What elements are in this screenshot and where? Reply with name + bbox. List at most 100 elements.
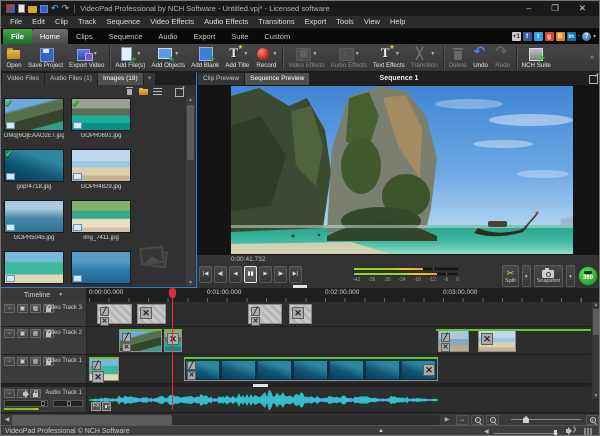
effects-badge-icon[interactable]: ✕ <box>92 371 104 383</box>
next-frame-button[interactable]: |▶ <box>274 266 287 283</box>
collapse-track-button[interactable]: − <box>4 357 15 366</box>
playhead-marker[interactable] <box>169 288 176 298</box>
menu-view[interactable]: View <box>359 16 385 28</box>
zoom-out-button[interactable]: - <box>486 415 499 425</box>
audio-fx-badge[interactable]: FX <box>91 402 102 411</box>
track-motion-button[interactable]: ▣ <box>17 304 28 313</box>
new-project-icon[interactable] <box>18 4 25 13</box>
preview-360-button[interactable]: 360 <box>578 266 598 286</box>
dropdown-caret-icon[interactable]: ▼ <box>136 51 141 57</box>
ribbon-tab-file[interactable]: File <box>3 29 32 44</box>
menu-transitions[interactable]: Transitions <box>253 16 299 28</box>
go-to-start-button[interactable]: |◀ <box>199 266 212 283</box>
panel-splitter-handle[interactable] <box>293 285 307 288</box>
close-button[interactable]: ✕ <box>579 3 586 14</box>
scrollbar-thumb[interactable] <box>12 415 172 425</box>
track-grid-button[interactable]: ▦ <box>30 329 41 338</box>
media-thumbnail[interactable]: ✔ <box>4 149 64 182</box>
fit-timeline-button[interactable]: ↔ <box>456 415 469 425</box>
media-item[interactable] <box>4 251 64 287</box>
audio-speaker-badge[interactable] <box>102 402 112 411</box>
add-file-s-button[interactable]: ▼Add File(s) <box>112 44 148 71</box>
googleplus-icon[interactable]: g <box>544 32 554 41</box>
dropdown-caret-icon[interactable]: ▼ <box>272 51 277 57</box>
undo-button[interactable]: Undo <box>470 44 492 71</box>
dropdown-caret-icon[interactable]: ▼ <box>174 51 179 57</box>
media-thumbnail[interactable] <box>4 251 64 284</box>
export-video-button[interactable]: ▼ Export Video <box>66 44 107 71</box>
effects-badge-icon[interactable]: ✕ <box>140 307 152 319</box>
zoom-in-button[interactable]: + <box>586 415 599 425</box>
track-lane-audio-track-1[interactable]: FX <box>87 387 599 412</box>
detach-preview-icon[interactable] <box>589 72 599 84</box>
effects-badge-icon[interactable]: ✕ <box>251 317 260 326</box>
like-icon[interactable]: +1 <box>511 32 521 41</box>
toolbar-overflow-icon[interactable]: » <box>587 54 597 61</box>
pan-zoom-badge-icon[interactable]: ╱ <box>441 333 450 342</box>
resize-grip[interactable] <box>584 428 592 435</box>
scroll-right-button[interactable]: ▶ <box>442 415 452 425</box>
add-blank-button[interactable]: Add Blank <box>188 44 222 71</box>
media-thumbnail[interactable]: ✔ <box>71 98 131 131</box>
text-effects-button[interactable]: ▼ Text Effects <box>370 44 408 71</box>
ribbon-tab-audio[interactable]: Audio <box>150 29 185 44</box>
detach-panel-icon[interactable] <box>175 85 185 97</box>
facebook-icon[interactable]: f <box>522 32 532 41</box>
timeline-clip[interactable]: ╱ ✕ ✕ <box>184 357 438 381</box>
pan-zoom-badge-icon[interactable]: ╱ <box>92 361 101 370</box>
menu-track[interactable]: Track <box>73 16 101 28</box>
slider-thumb[interactable] <box>66 401 71 406</box>
twitter-icon[interactable]: t <box>533 32 543 41</box>
play-button[interactable]: ▶ <box>259 266 272 283</box>
list-view-icon[interactable] <box>153 87 162 96</box>
linkedin-icon[interactable]: in <box>566 32 576 41</box>
ribbon-tab-home[interactable]: Home <box>31 29 68 44</box>
timeline-clip[interactable]: ✕ <box>289 304 312 324</box>
add-title-button[interactable]: ▼ Add Title <box>222 44 252 71</box>
track-grid-button[interactable]: ▦ <box>30 304 41 313</box>
quick-redo-icon[interactable]: ↷ <box>62 4 70 13</box>
zoom-slider[interactable] <box>511 416 581 423</box>
track-motion-button[interactable]: ▣ <box>17 357 28 366</box>
menu-video-effects[interactable]: Video Effects <box>145 16 199 28</box>
collapse-track-button[interactable]: − <box>4 329 15 338</box>
menu-file[interactable]: File <box>5 16 27 28</box>
snapshot-button[interactable]: Snapshot <box>533 265 563 287</box>
effects-badge-icon[interactable]: ✕ <box>441 343 450 352</box>
pan-zoom-badge-icon[interactable]: ╱ <box>122 333 131 342</box>
save-project-button[interactable]: Save Project <box>25 44 66 71</box>
track-lane-video-track-2[interactable]: ╱✕✕╱✕✕ <box>87 327 599 354</box>
save-project-icon[interactable] <box>40 4 48 13</box>
timeline-clip[interactable]: ╱ ✕ <box>438 329 469 352</box>
timeline-clip[interactable]: ✕ <box>137 304 166 324</box>
menu-tools[interactable]: Tools <box>331 16 359 28</box>
media-item[interactable]: GOPR4829.jpg <box>71 149 131 200</box>
effects-badge-icon[interactable]: ✕ <box>167 333 179 345</box>
speaker-icon[interactable] <box>566 427 575 435</box>
status-arrow-icon[interactable]: ▲ <box>378 428 384 434</box>
help-icon[interactable]: ? <box>581 32 591 41</box>
media-thumbnail[interactable] <box>71 251 131 284</box>
timeline-clip[interactable]: ╱ ✕ <box>119 329 162 352</box>
volume-thumb[interactable] <box>554 430 557 435</box>
split-button[interactable]: ✂ Split <box>502 265 519 287</box>
pan-zoom-badge-icon[interactable]: ╱ <box>251 307 260 316</box>
timeline-clip[interactable]: ╱ ✕ <box>248 304 282 326</box>
volume-slider[interactable] <box>494 430 558 435</box>
collapse-track-button[interactable]: − <box>4 304 15 313</box>
ribbon-tab-custom[interactable]: Custom <box>256 29 298 44</box>
play-reverse-button[interactable]: ◀ <box>229 266 242 283</box>
media-scrollbar[interactable]: ▲ ▼ <box>186 97 195 286</box>
minimize-button[interactable]: – <box>527 3 532 14</box>
media-item[interactable] <box>71 251 131 287</box>
go-to-end-button[interactable]: ▶| <box>289 266 302 283</box>
dropdown-caret-icon[interactable]: ▼ <box>243 51 248 57</box>
ribbon-tab-sequence[interactable]: Sequence <box>101 29 151 44</box>
track-grid-button[interactable]: ▦ <box>30 357 41 366</box>
mute-track-button[interactable] <box>17 389 29 398</box>
dropdown-caret-icon[interactable]: ▼ <box>395 51 400 57</box>
collapse-track-button[interactable]: − <box>4 389 15 398</box>
effects-badge-icon[interactable]: ✕ <box>187 371 196 380</box>
media-item[interactable]: ✔ DMq(6OjEAAO2ET.jpg <box>4 98 64 149</box>
timeline-clip[interactable]: ╱ ✕ <box>97 304 132 326</box>
